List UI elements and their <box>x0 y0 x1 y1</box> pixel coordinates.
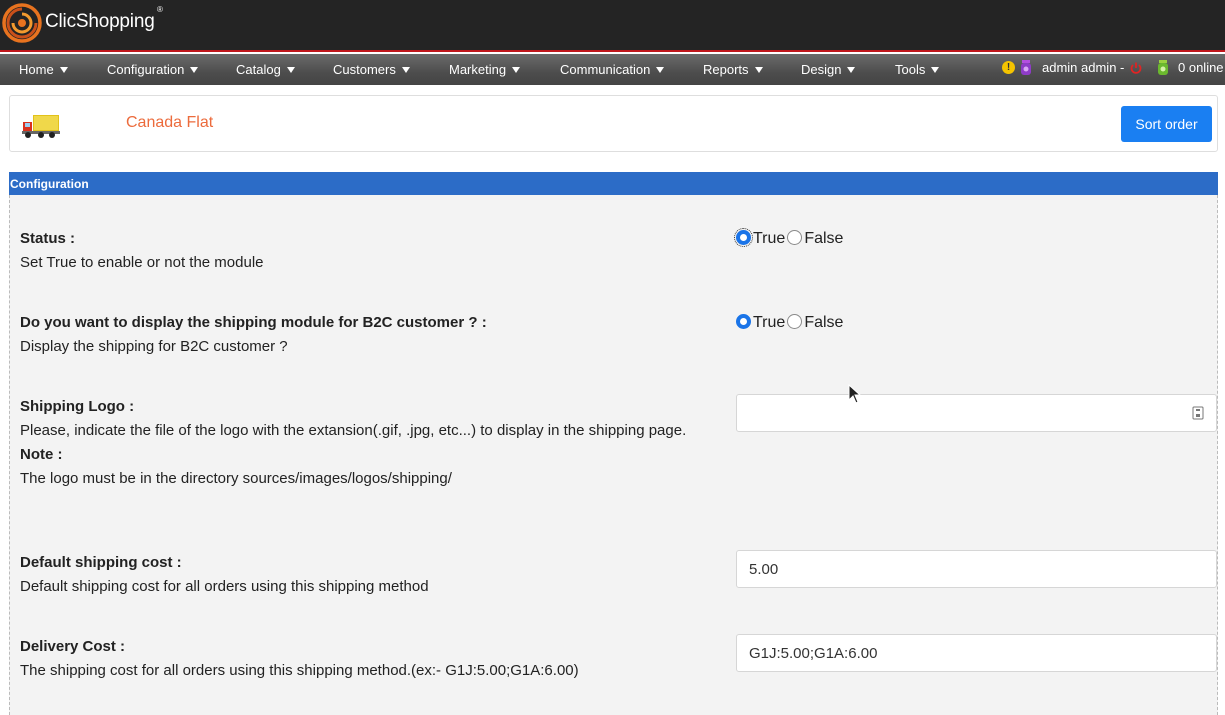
nav-label: Reports <box>703 62 749 77</box>
setting-description: Display the shipping for B2C customer ? <box>20 338 288 355</box>
nav-label: Configuration <box>107 62 185 77</box>
status-true-radio[interactable] <box>734 227 753 247</box>
caret-down-icon <box>59 66 68 73</box>
user-icon[interactable] <box>1019 59 1033 76</box>
b2c-radio-group: True False <box>736 311 845 335</box>
b2c-false-radio[interactable] <box>787 313 803 329</box>
nav-item-design[interactable]: Design <box>801 54 856 85</box>
online-count: 0 online <box>1178 60 1224 75</box>
caret-down-icon <box>190 66 199 73</box>
nav-item-customers[interactable]: Customers <box>333 54 410 85</box>
nav-label: Marketing <box>449 62 507 77</box>
caret-down-icon <box>401 66 410 73</box>
setting-description: Please, indicate the file of the logo wi… <box>20 422 687 439</box>
setting-description: Default shipping cost for all orders usi… <box>20 578 429 595</box>
setting-description: The shipping cost for all orders using t… <box>20 662 579 679</box>
caret-down-icon <box>847 66 856 73</box>
sort-order-button[interactable]: Sort order <box>1121 106 1212 142</box>
setting-label: Do you want to display the shipping modu… <box>20 314 487 331</box>
power-icon[interactable] <box>1130 62 1142 74</box>
radio-label[interactable]: False <box>804 230 843 248</box>
default-cost-input[interactable] <box>736 550 1217 588</box>
app-logo[interactable]: ClicShopping <box>2 3 155 43</box>
note-label: Note : <box>20 446 63 463</box>
caret-down-icon <box>931 66 940 73</box>
note-text: The logo must be in the directory source… <box>20 470 452 487</box>
warning-icon[interactable]: ! <box>1002 61 1015 74</box>
nav-item-communication[interactable]: Communication <box>560 54 665 85</box>
setting-label: Status : <box>20 230 76 247</box>
shipping-logo-setting: Shipping Logo : Please, indicate the fil… <box>20 395 710 491</box>
admin-user-label[interactable]: admin admin - <box>1042 54 1124 82</box>
config-section-header: Configuration <box>9 172 1218 195</box>
default-cost-setting: Default shipping cost : Default shipping… <box>20 551 700 599</box>
nav-item-configuration[interactable]: Configuration <box>107 54 199 85</box>
nav-item-tools[interactable]: Tools <box>895 54 940 85</box>
nav-label: Home <box>19 62 54 77</box>
nav-item-catalog[interactable]: Catalog <box>236 54 295 85</box>
delivery-cost-setting: Delivery Cost : The shipping cost for al… <box>20 635 700 683</box>
radio-label[interactable]: True <box>753 314 785 332</box>
nav-item-home[interactable]: Home <box>19 54 68 85</box>
nav-label: Communication <box>560 62 651 77</box>
radio-label[interactable]: False <box>804 314 843 332</box>
caret-down-icon <box>656 66 665 73</box>
nav-label: Catalog <box>236 62 281 77</box>
nav-label: Design <box>801 62 842 77</box>
module-header: Canada Flat Sort order <box>9 95 1218 152</box>
caret-down-icon <box>286 66 295 73</box>
app-name: ClicShopping <box>45 11 155 32</box>
module-title: Canada Flat <box>126 114 214 131</box>
file-browse-icon[interactable] <box>1192 406 1204 420</box>
registered-mark: ® <box>157 5 163 14</box>
b2c-setting: Do you want to display the shipping modu… <box>20 311 700 359</box>
status-radio-group: True False <box>734 227 845 251</box>
caret-down-icon <box>512 66 521 73</box>
setting-label: Default shipping cost : <box>20 554 182 571</box>
online-users-icon[interactable] <box>1156 59 1170 76</box>
top-header: ClicShopping ® <box>0 0 1225 52</box>
setting-label: Delivery Cost : <box>20 638 126 655</box>
delivery-cost-input[interactable] <box>736 634 1217 672</box>
status-setting: Status : Set True to enable or not the m… <box>20 227 700 275</box>
caret-down-icon <box>754 66 763 73</box>
b2c-true-radio[interactable] <box>736 313 751 329</box>
status-false-radio[interactable] <box>787 229 803 245</box>
nav-item-marketing[interactable]: Marketing <box>449 54 521 85</box>
nav-label: Customers <box>333 62 396 77</box>
setting-description: Set True to enable or not the module <box>20 254 264 271</box>
shipping-logo-input[interactable] <box>736 394 1217 432</box>
mouse-cursor-icon <box>848 384 862 404</box>
radio-label[interactable]: True <box>753 230 785 248</box>
nav-item-reports[interactable]: Reports <box>703 54 763 85</box>
logo-swirl-icon <box>2 3 42 43</box>
nav-label: Tools <box>895 62 926 77</box>
truck-icon <box>22 115 60 138</box>
setting-label: Shipping Logo : <box>20 398 135 415</box>
